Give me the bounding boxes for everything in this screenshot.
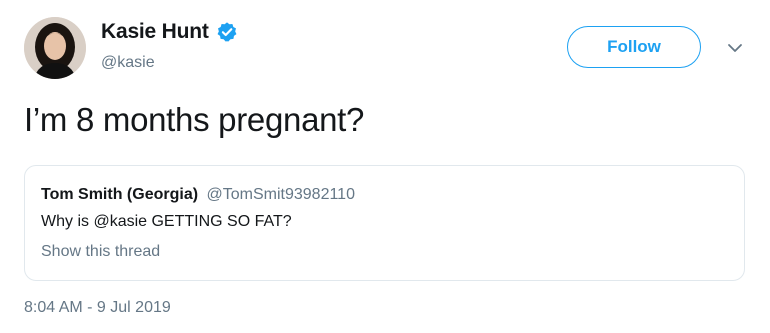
author-name[interactable]: Kasie Hunt bbox=[101, 20, 209, 44]
verified-badge-icon bbox=[216, 21, 238, 43]
author-handle[interactable]: @kasie bbox=[101, 54, 155, 72]
quoted-author-name: Tom Smith (Georgia) bbox=[41, 186, 199, 203]
avatar[interactable] bbox=[24, 17, 86, 79]
show-thread-link[interactable]: Show this thread bbox=[41, 243, 160, 261]
quoted-tweet-text: Why is @kasie GETTING SO FAT? bbox=[41, 213, 292, 230]
quoted-tweet[interactable]: Tom Smith (Georgia) @TomSmit93982110 Why… bbox=[24, 165, 745, 281]
tweet-timestamp[interactable]: 8:04 AM - 9 Jul 2019 bbox=[24, 299, 171, 317]
quoted-author-handle: @TomSmit93982110 bbox=[206, 186, 355, 203]
avatar-image bbox=[24, 17, 86, 79]
chevron-down-icon[interactable] bbox=[724, 40, 746, 56]
tweet-text: I’m 8 months pregnant? bbox=[24, 101, 365, 138]
follow-button[interactable]: Follow bbox=[567, 26, 701, 68]
tweet-card: Kasie Hunt @kasie Follow I’m 8 months pr… bbox=[0, 0, 770, 333]
quoted-tweet-header: Tom Smith (Georgia) @TomSmit93982110 bbox=[41, 186, 355, 204]
author-name-row: Kasie Hunt bbox=[101, 20, 238, 44]
